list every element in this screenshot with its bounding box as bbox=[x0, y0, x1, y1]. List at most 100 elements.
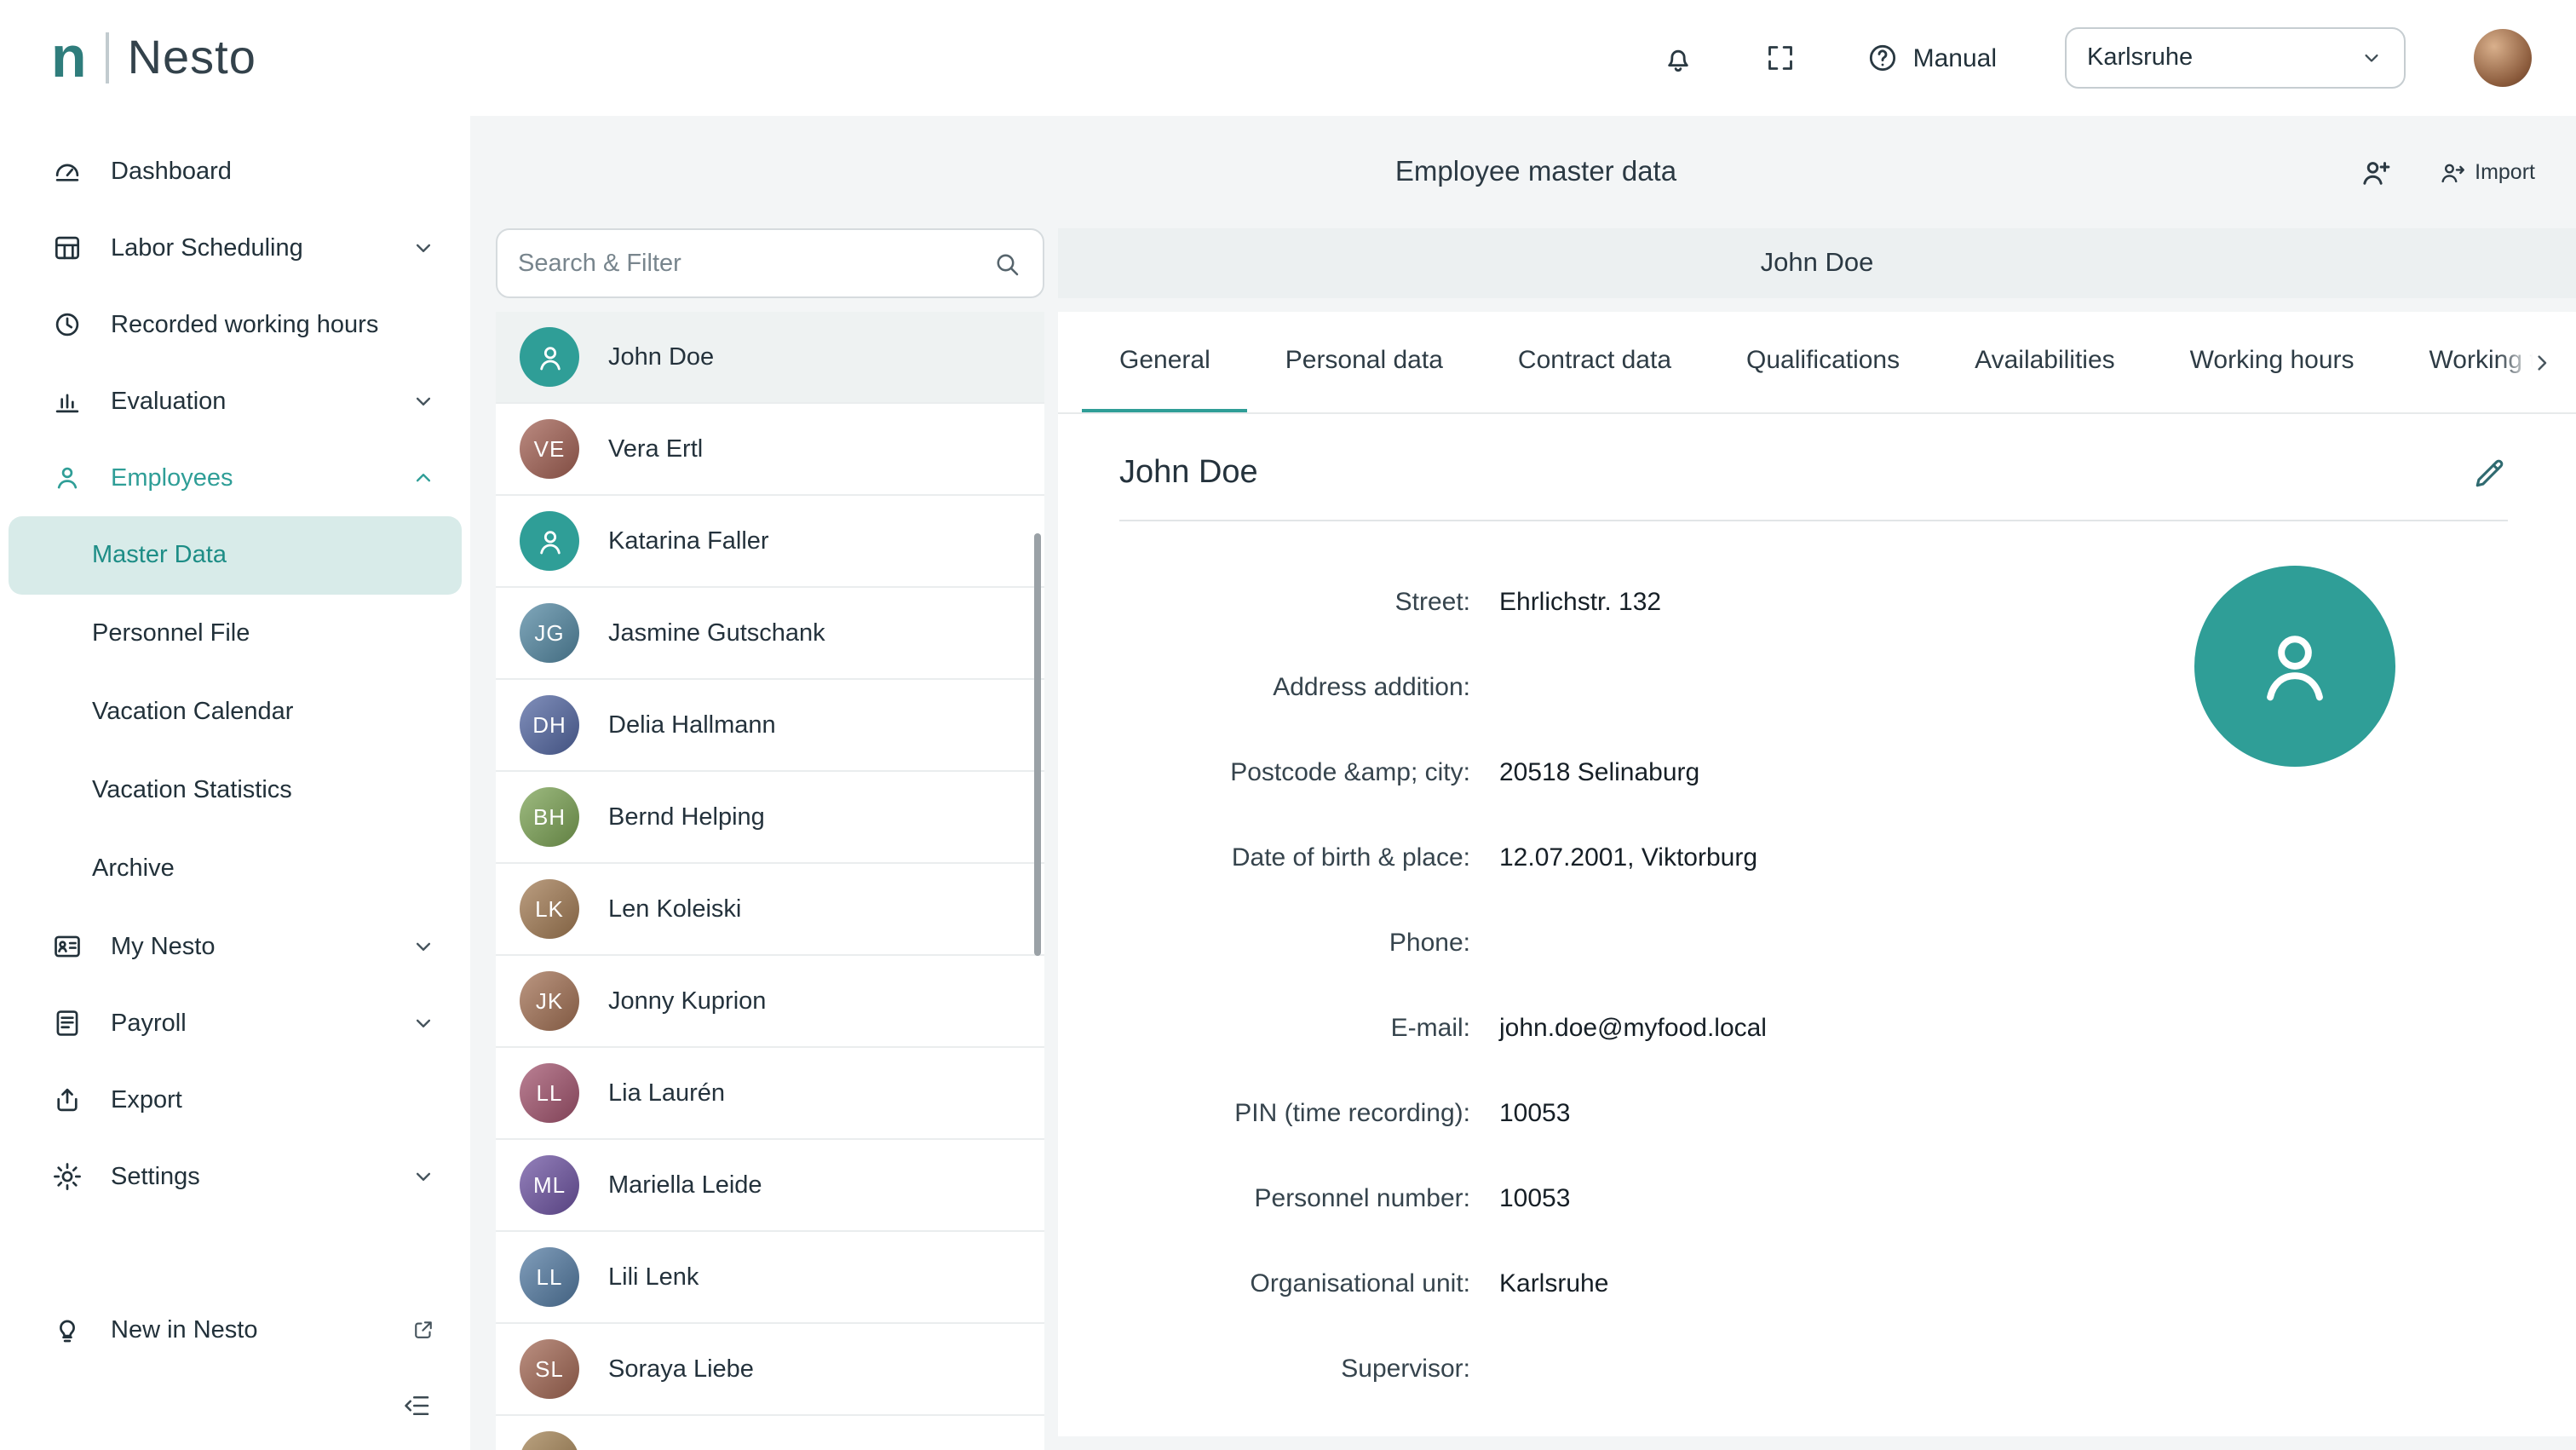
sidebar-item[interactable]: Payroll bbox=[0, 985, 470, 1062]
manual-label: Manual bbox=[1913, 43, 1997, 72]
location-selector[interactable]: Karlsruhe bbox=[2065, 27, 2406, 89]
notifications-bell-icon[interactable] bbox=[1661, 41, 1695, 75]
sidebar-item-icon bbox=[51, 308, 83, 341]
field-label: Address addition: bbox=[1119, 672, 1470, 701]
sidebar-item-label: Payroll bbox=[111, 1010, 383, 1037]
sidebar-item-label: Settings bbox=[111, 1163, 383, 1190]
detail-tab[interactable]: Personal data bbox=[1248, 312, 1481, 414]
employee-avatar: DH bbox=[520, 695, 579, 755]
collapse-sidebar-button[interactable] bbox=[402, 1390, 433, 1421]
chevron-icon bbox=[411, 1010, 436, 1036]
sidebar-item[interactable]: Employees bbox=[0, 440, 470, 516]
tabs-scroll-right-button[interactable] bbox=[2498, 312, 2576, 412]
main-content: Employee master data Import John Doe bbox=[470, 116, 2576, 1450]
employee-list-item[interactable]: LL Lia Laurén bbox=[496, 1048, 1044, 1140]
search-input[interactable] bbox=[518, 250, 992, 277]
add-employee-button[interactable] bbox=[2357, 154, 2393, 190]
new-in-nesto-link[interactable]: New in Nesto bbox=[0, 1292, 470, 1368]
sidebar-item[interactable]: Dashboard bbox=[0, 133, 470, 210]
person-icon bbox=[532, 340, 566, 374]
import-label: Import bbox=[2475, 160, 2535, 184]
employee-list-item[interactable]: John Doe bbox=[496, 312, 1044, 404]
detail-field-row: PIN (time recording): 10053 bbox=[1119, 1070, 2508, 1155]
sidebar-item-icon bbox=[51, 385, 83, 417]
employee-list-item[interactable]: LK Len Koleiski bbox=[496, 864, 1044, 956]
employee-list-item[interactable]: DH Delia Hallmann bbox=[496, 680, 1044, 772]
sidebar-item[interactable]: Archive bbox=[0, 830, 470, 908]
detail-field-row: Supervisor: bbox=[1119, 1326, 2508, 1411]
list-scrollbar-thumb[interactable] bbox=[1034, 533, 1041, 956]
person-icon bbox=[2247, 619, 2343, 714]
sidebar-item-label: Vacation Calendar bbox=[92, 699, 383, 726]
sidebar-item[interactable]: Personnel File bbox=[0, 595, 470, 673]
employee-avatar: JG bbox=[520, 603, 579, 663]
employee-name: Len Koleiski bbox=[608, 895, 741, 923]
sidebar-nav: Dashboard Labor Scheduling Recorded work… bbox=[0, 116, 470, 1215]
manual-link[interactable]: Manual bbox=[1866, 41, 1997, 75]
sidebar-item-label: Labor Scheduling bbox=[111, 234, 383, 262]
detail-field-row: Date of birth & place: 12.07.2001, Vikto… bbox=[1119, 814, 2508, 900]
employee-list-item[interactable]: SL Soraya Liebe bbox=[496, 1324, 1044, 1416]
sidebar-item[interactable]: Evaluation bbox=[0, 363, 470, 440]
sidebar-item[interactable]: Settings bbox=[0, 1138, 470, 1215]
nesto-logo[interactable]: n Nesto bbox=[0, 0, 470, 116]
detail-tab[interactable]: Working hours bbox=[2153, 312, 2392, 414]
sidebar-item[interactable]: Labor Scheduling bbox=[0, 210, 470, 286]
search-filter-box[interactable] bbox=[496, 228, 1044, 298]
page-title: Employee master data bbox=[1395, 156, 1676, 188]
avatar-initials: BH bbox=[533, 804, 566, 830]
employee-list-item[interactable]: ML Mariella Leide bbox=[496, 1140, 1044, 1232]
content-column: Manual Karlsruhe Employee master data Im… bbox=[470, 0, 2576, 1450]
employee-list-item[interactable]: JK Jonny Kuprion bbox=[496, 956, 1044, 1048]
sidebar-item-label: Personnel File bbox=[92, 620, 383, 647]
sidebar-item[interactable]: Vacation Calendar bbox=[0, 673, 470, 751]
sidebar-item-label: Evaluation bbox=[111, 388, 383, 415]
employee-detail-panel: GeneralPersonal dataContract dataQualifi… bbox=[1058, 312, 2576, 1436]
employee-name: Jasmine Gutschank bbox=[608, 619, 825, 647]
import-button[interactable]: Import bbox=[2437, 158, 2535, 187]
avatar-initials: LL bbox=[537, 1080, 563, 1106]
avatar-initials: LL bbox=[537, 1264, 563, 1290]
chevron-icon bbox=[411, 388, 436, 414]
employee-list-item[interactable]: BH Bernd Helping bbox=[496, 772, 1044, 864]
employee-avatar: SL bbox=[520, 1339, 579, 1399]
detail-header: John Doe bbox=[1119, 455, 2508, 492]
employee-detail-name: John Doe bbox=[1119, 455, 1258, 492]
field-label: Supervisor: bbox=[1119, 1354, 1470, 1383]
fullscreen-icon[interactable] bbox=[1763, 41, 1797, 75]
employee-avatar: JK bbox=[520, 971, 579, 1031]
sub-header-row: John Doe bbox=[496, 228, 2576, 298]
avatar-initials: ML bbox=[533, 1172, 566, 1198]
employee-list-item[interactable]: MM Martin Manager bbox=[496, 1416, 1044, 1450]
user-avatar[interactable] bbox=[2474, 29, 2532, 87]
detail-tab[interactable]: Availabilities bbox=[1937, 312, 2153, 414]
employee-list-item[interactable]: Katarina Faller bbox=[496, 496, 1044, 588]
employee-list-item[interactable]: VE Vera Ertl bbox=[496, 404, 1044, 496]
external-link-icon[interactable] bbox=[411, 1317, 436, 1343]
sidebar-item[interactable]: Vacation Statistics bbox=[0, 751, 470, 830]
field-label: Phone: bbox=[1119, 928, 1470, 957]
employee-list-item[interactable]: JG Jasmine Gutschank bbox=[496, 588, 1044, 680]
sidebar-footer: New in Nesto bbox=[0, 1292, 470, 1450]
employee-name: Soraya Liebe bbox=[608, 1355, 754, 1383]
sidebar-item[interactable]: Master Data bbox=[9, 516, 462, 595]
sidebar-item[interactable]: Recorded working hours bbox=[0, 286, 470, 363]
sidebar-item-icon bbox=[51, 155, 83, 187]
detail-tab[interactable]: Qualifications bbox=[1709, 312, 1937, 414]
search-icon bbox=[992, 248, 1022, 279]
employee-name: John Doe bbox=[608, 343, 714, 371]
detail-tab[interactable]: General bbox=[1082, 312, 1248, 414]
employee-name: Delia Hallmann bbox=[608, 711, 776, 739]
employee-avatar: ML bbox=[520, 1155, 579, 1215]
detail-tab[interactable]: Contract data bbox=[1481, 312, 1709, 414]
employee-photo-placeholder bbox=[2194, 566, 2395, 767]
chevron-icon bbox=[411, 1164, 436, 1189]
logo-wordmark: Nesto bbox=[128, 31, 256, 85]
employee-list-item[interactable]: LL Lili Lenk bbox=[496, 1232, 1044, 1324]
sidebar-item[interactable]: Export bbox=[0, 1062, 470, 1138]
sidebar-item-label: Employees bbox=[111, 464, 383, 492]
employee-avatar: LL bbox=[520, 1247, 579, 1307]
edit-pencil-button[interactable] bbox=[2470, 455, 2508, 492]
employee-name: Mariella Leide bbox=[608, 1171, 762, 1199]
sidebar-item[interactable]: My Nesto bbox=[0, 908, 470, 985]
